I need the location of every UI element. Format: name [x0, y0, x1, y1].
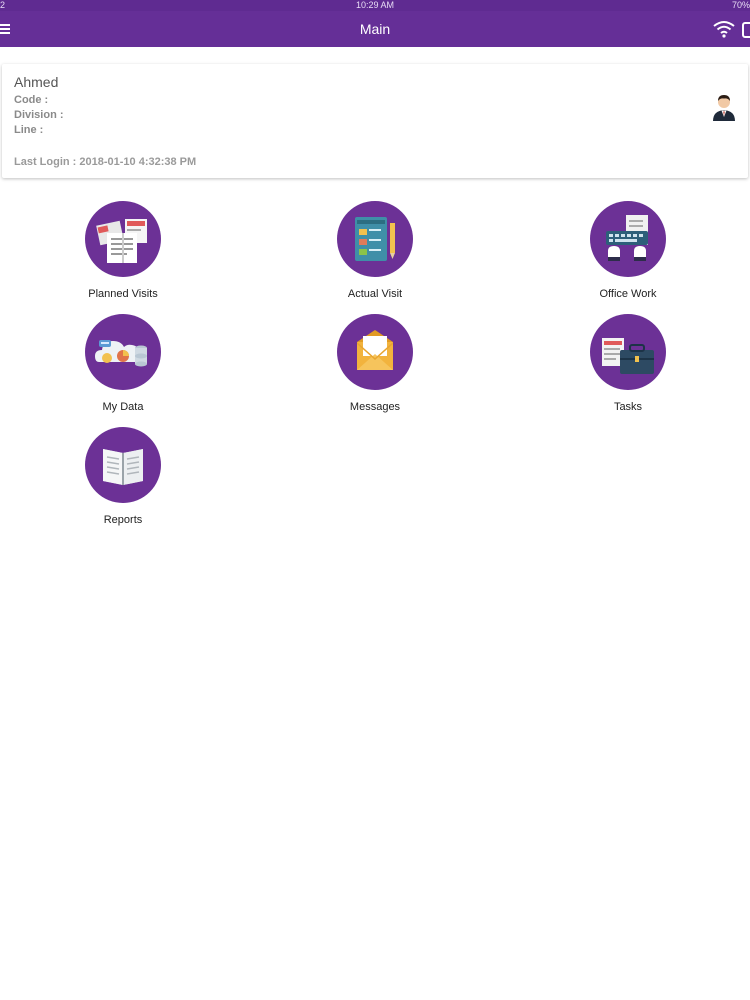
planned-visits-icon: [85, 201, 161, 277]
wifi-icon[interactable]: [712, 19, 736, 39]
tile-messages[interactable]: Messages: [285, 314, 465, 424]
avatar[interactable]: [708, 90, 740, 122]
tile-reports[interactable]: Reports: [33, 427, 213, 537]
status-battery: 70%: [731, 0, 750, 10]
tile-my-data[interactable]: My Data: [33, 314, 213, 424]
user-name: Ahmed: [14, 74, 59, 90]
my-data-icon: [85, 314, 161, 390]
profile-card: Ahmed Code : Division : Line : Last Logi…: [2, 64, 748, 178]
tile-actual-visit[interactable]: Actual Visit: [285, 201, 465, 311]
page-title: Main: [359, 21, 391, 37]
tile-office-work[interactable]: Office Work: [538, 201, 718, 311]
tile-tasks[interactable]: Tasks: [538, 314, 718, 424]
reports-icon: [85, 427, 161, 503]
tile-label: My Data: [102, 401, 144, 413]
division-label: Division :: [14, 109, 64, 121]
line-label: Line :: [14, 124, 44, 136]
tile-label: Messages: [349, 401, 401, 413]
tile-label: Actual Visit: [347, 288, 403, 300]
nav-bar: Main: [0, 11, 750, 47]
tile-label: Tasks: [613, 401, 643, 413]
tile-planned-visits[interactable]: Planned Visits: [33, 201, 213, 311]
office-work-icon: [590, 201, 666, 277]
last-login: Last Login : 2018-01-10 4:32:38 PM: [14, 156, 197, 168]
device-icon[interactable]: [742, 22, 750, 38]
status-bar: 2 10:29 AM 70%: [0, 0, 750, 11]
hamburger-menu-icon[interactable]: [0, 22, 14, 36]
code-label: Code :: [14, 94, 49, 106]
actual-visit-icon: [337, 201, 413, 277]
tasks-icon: [590, 314, 666, 390]
tile-label: Reports: [103, 514, 143, 526]
status-time: 10:29 AM: [355, 0, 395, 10]
tile-label: Planned Visits: [88, 288, 158, 300]
tile-label: Office Work: [599, 288, 657, 300]
messages-icon: [337, 314, 413, 390]
